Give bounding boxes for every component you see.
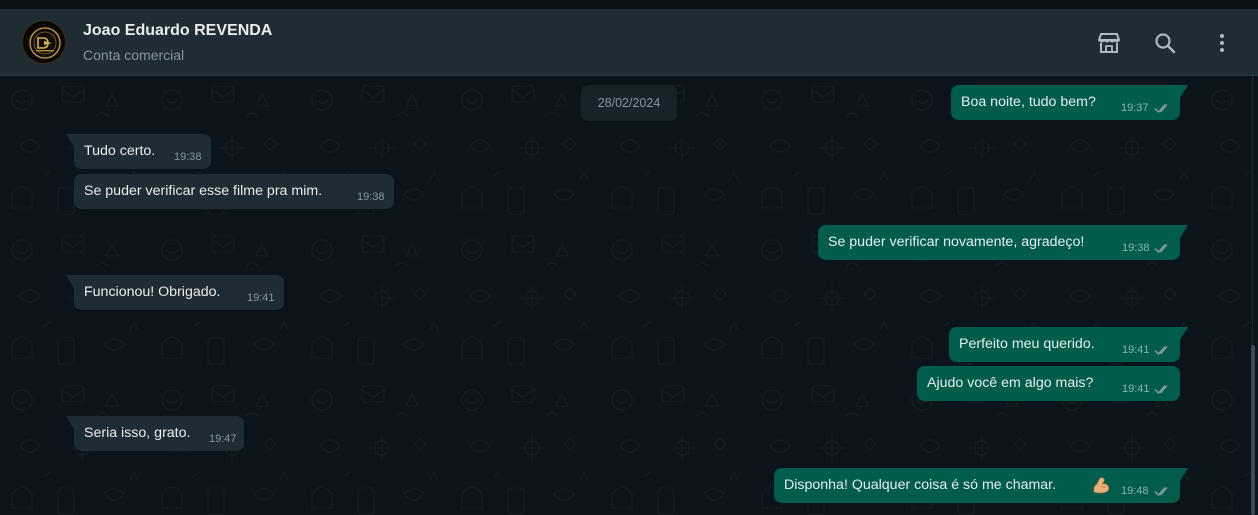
- read-ticks-icon: [1154, 487, 1168, 497]
- incoming-message[interactable]: Tudo certo. 19:38: [66, 134, 211, 169]
- message-text: Disponha! Qualquer coisa é só me chamar.: [784, 477, 1057, 493]
- chat-message-area[interactable]: 28/02/2024 Boa noite, tudo bem? 19:37 Tu…: [0, 76, 1258, 515]
- message-time: 19:41: [1122, 383, 1150, 395]
- contact-name[interactable]: Joao Eduardo REVENDA: [83, 22, 272, 40]
- incoming-message[interactable]: Seria isso, grato. 19:47: [66, 416, 244, 451]
- message-time: 19:47: [209, 433, 237, 445]
- whatsapp-chat-window: Joao Eduardo REVENDA Conta comercial 28/…: [0, 0, 1258, 515]
- chat-header[interactable]: Joao Eduardo REVENDA Conta comercial: [0, 9, 1258, 76]
- flexed-biceps-icon: [1093, 477, 1110, 494]
- scrollbar-thumb[interactable]: [1251, 345, 1255, 515]
- outgoing-message[interactable]: Ajudo você em algo mais? 19:41: [917, 366, 1180, 401]
- message-time: 19:38: [1122, 242, 1150, 254]
- window-top-strip: [0, 0, 1258, 9]
- message-text: Tudo certo.: [84, 143, 156, 159]
- shop-icon[interactable]: [1095, 29, 1123, 57]
- incoming-message[interactable]: Funcionou! Obrigado. 19:41: [66, 275, 284, 310]
- date-divider: 28/02/2024: [581, 85, 677, 121]
- incoming-message[interactable]: Se puder verificar esse filme pra mim. 1…: [74, 174, 394, 209]
- message-text: Funcionou! Obrigado.: [84, 284, 221, 300]
- read-ticks-icon: [1154, 244, 1168, 254]
- message-time: 19:48: [1121, 485, 1149, 497]
- search-icon[interactable]: [1151, 29, 1179, 57]
- outgoing-message[interactable]: Disponha! Qualquer coisa é só me chamar.…: [774, 468, 1188, 503]
- message-text: Seria isso, grato.: [84, 425, 191, 441]
- message-text: Se puder verificar esse filme pra mim.: [84, 183, 323, 199]
- read-ticks-icon: [1154, 346, 1168, 356]
- message-text: Boa noite, tudo bem?: [961, 94, 1096, 110]
- contact-avatar[interactable]: [22, 20, 66, 64]
- outgoing-message[interactable]: Boa noite, tudo bem? 19:37: [951, 85, 1188, 120]
- menu-icon[interactable]: [1208, 29, 1236, 57]
- message-time: 19:41: [1122, 344, 1150, 356]
- message-time: 19:41: [247, 292, 275, 304]
- message-time: 19:38: [357, 191, 385, 203]
- outgoing-message[interactable]: Se puder verificar novamente, agradeço! …: [818, 225, 1188, 260]
- outgoing-message[interactable]: Perfeito meu querido. 19:41: [949, 327, 1188, 362]
- date-label: 28/02/2024: [597, 96, 661, 110]
- contact-subtitle: Conta comercial: [83, 47, 185, 63]
- message-time: 19:37: [1121, 102, 1149, 114]
- message-text: Perfeito meu querido.: [959, 336, 1095, 352]
- message-text: Se puder verificar novamente, agradeço!: [828, 234, 1085, 250]
- read-ticks-icon: [1154, 385, 1168, 395]
- read-ticks-icon: [1154, 104, 1168, 114]
- message-text: Ajudo você em algo mais?: [927, 375, 1094, 391]
- message-time: 19:38: [174, 151, 202, 163]
